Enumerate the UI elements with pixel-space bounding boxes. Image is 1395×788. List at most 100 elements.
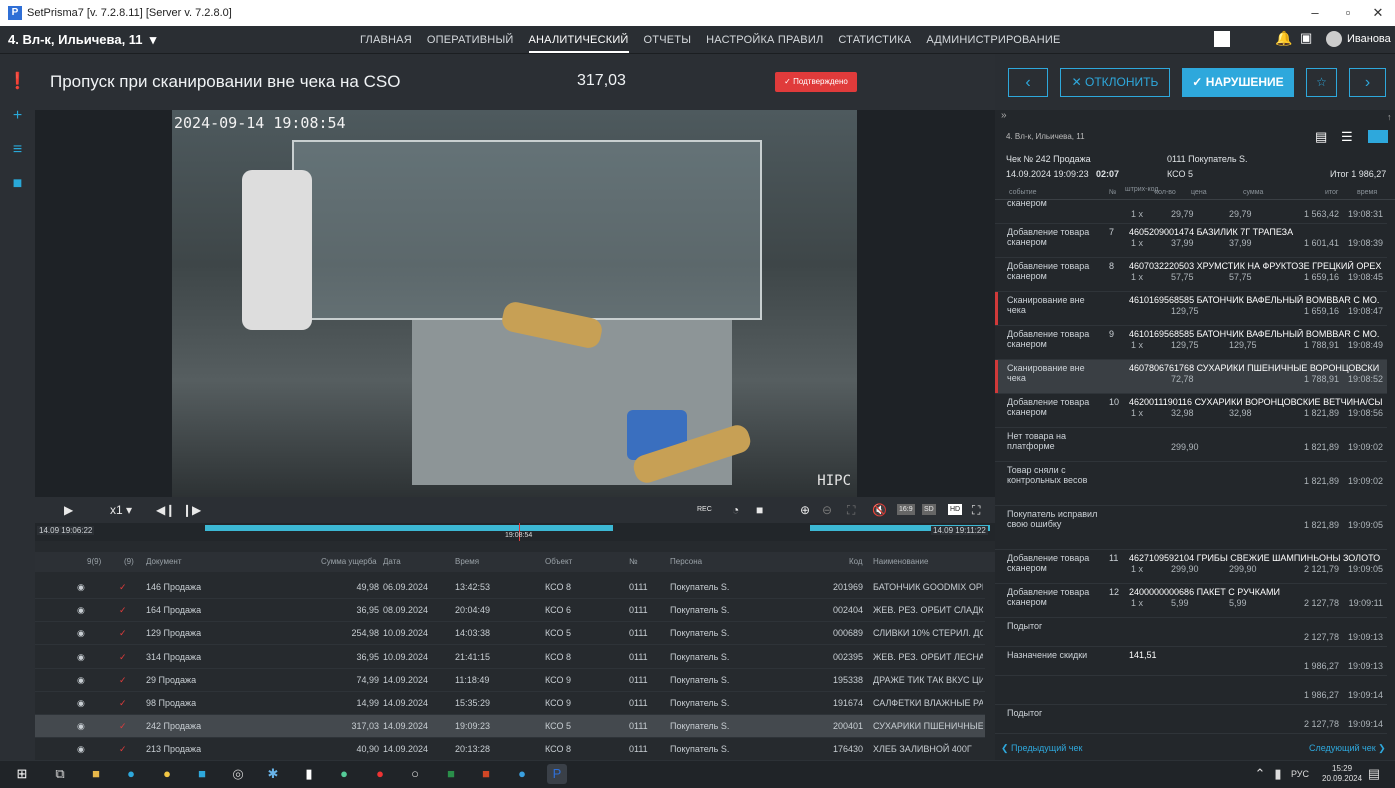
globe-icon[interactable]: ● xyxy=(334,764,354,784)
receipt-event[interactable]: Нет товара на платформе 299,90 1 821,89 19:… xyxy=(995,428,1387,462)
edge-icon[interactable]: ● xyxy=(121,764,141,784)
collapse-icon[interactable]: » xyxy=(1001,110,1007,121)
task-view-icon[interactable]: ⧉ xyxy=(50,764,70,784)
table-row[interactable]: ◉ ✓ 314 Продажа 36,95 10.09.2024 21:41:15 КСО … xyxy=(35,646,985,669)
table-row[interactable]: ◉ ✓ 242 Продажа 317,03 14.09.2024 19:09:23 КСО… xyxy=(35,715,985,739)
nav-statistics[interactable]: СТАТИСТИКА xyxy=(838,34,911,46)
receipt-event[interactable]: Добавление товара сканером 9 4610169568585… xyxy=(995,326,1387,360)
col-header[interactable]: Время xyxy=(455,552,479,572)
table-row[interactable]: ◉ ✓ 29 Продажа 74,99 14.09.2024 11:18:49 КСО 9… xyxy=(35,669,985,692)
sd-badge[interactable]: SD xyxy=(922,504,936,515)
col-header[interactable]: Сумма ущерба xyxy=(321,552,377,572)
nav-home[interactable]: ГЛАВНАЯ xyxy=(360,34,412,46)
fullscreen-icon[interactable]: ⛶ xyxy=(972,497,980,523)
camera-icon[interactable]: ■ xyxy=(0,170,35,198)
eye-icon[interactable]: ◉ xyxy=(77,576,85,599)
table-row[interactable]: ◉ ✓ 129 Продажа 254,98 10.09.2024 14:03:38 КСО… xyxy=(35,622,985,646)
list-icon[interactable]: ☰ xyxy=(1341,129,1353,145)
app-icon[interactable]: ✱ xyxy=(263,764,283,784)
col-header[interactable]: Объект xyxy=(545,552,572,572)
video-player[interactable]: 2024-09-14 19:08:54 HIPC xyxy=(35,110,995,497)
close-button[interactable]: ✕ xyxy=(1363,0,1393,26)
nav-analytic[interactable]: АНАЛИТИЧЕСКИЙ xyxy=(528,34,629,53)
speed-selector[interactable]: x1 ▾ xyxy=(110,497,132,523)
window-icon[interactable]: ▣ xyxy=(1300,30,1312,46)
notification-icon[interactable]: ▤ xyxy=(1364,764,1384,784)
col-header[interactable]: Документ xyxy=(146,552,182,572)
scroll-up-icon[interactable]: ↑ xyxy=(1387,112,1392,122)
setprisma-icon[interactable]: P xyxy=(547,764,567,784)
receipt-event[interactable]: Сканирование вне чека 4610169568585 БАТОН… xyxy=(995,292,1387,326)
next-check-link[interactable]: Следующий чек ❯ xyxy=(1309,743,1386,754)
telegram-icon[interactable]: ● xyxy=(512,764,532,784)
receipt-event[interactable]: Покупатель исправил свою ошибку 1 821,89 1… xyxy=(995,506,1387,550)
hd-badge[interactable]: HD xyxy=(948,504,963,515)
location-selector[interactable]: 4. Вл-к, Ильичева, 11 ▾ xyxy=(8,32,360,48)
receipt-event[interactable]: Добавление товара сканером 7 4605209001474… xyxy=(995,224,1387,258)
col-header[interactable]: (9) xyxy=(124,552,134,572)
nav-operative[interactable]: ОПЕРАТИВНЫЙ xyxy=(427,34,514,46)
restore-button[interactable]: ▫ xyxy=(1333,0,1363,26)
layout-icon[interactable] xyxy=(1214,31,1230,47)
mute-icon[interactable]: 🔇 xyxy=(872,497,887,523)
receipt-event[interactable]: Товар сняли с контрольных весов 1 821,89 1… xyxy=(995,462,1387,506)
explorer-icon[interactable]: ■ xyxy=(86,764,106,784)
nav-rules[interactable]: НАСТРОЙКА ПРАВИЛ xyxy=(706,34,823,46)
receipt-event[interactable]: Назначение скидки 141,51 1 986,27 19:09:13 xyxy=(995,647,1387,676)
col-header[interactable]: 9(9) xyxy=(87,552,101,572)
receipt-event[interactable]: Подытог 2 127,78 19:09:13 xyxy=(995,618,1387,647)
info-icon[interactable]: ❗ xyxy=(0,68,35,96)
clock[interactable]: 15:29 20.09.2024 xyxy=(1322,764,1362,784)
mic-icon[interactable]: ▮ xyxy=(1268,764,1288,784)
file-icon[interactable]: ▮ xyxy=(299,764,319,784)
play-icon[interactable]: ▶ xyxy=(64,497,73,523)
plus-icon[interactable]: + xyxy=(0,102,35,130)
aspect-badge[interactable]: 16:9 xyxy=(897,504,915,515)
powerpoint-icon[interactable]: ■ xyxy=(476,764,496,784)
eye-icon[interactable]: ◉ xyxy=(77,715,85,738)
start-icon[interactable]: ⊞ xyxy=(12,764,32,784)
prev-check-link[interactable]: ❮ Предыдущий чек xyxy=(1001,743,1082,754)
tray-chevron-icon[interactable]: ⌃ xyxy=(1250,764,1270,784)
col-header[interactable]: Дата xyxy=(383,552,401,572)
zoom-out-icon[interactable]: ⊖ xyxy=(822,497,832,523)
reject-button[interactable]: ✕ ОТКЛОНИТЬ xyxy=(1060,68,1170,97)
eye-icon[interactable]: ◉ xyxy=(77,646,85,669)
table-row[interactable]: ◉ ✓ 146 Продажа 49,98 06.09.2024 13:42:53 КСО … xyxy=(35,576,985,599)
bell-icon[interactable]: 🔔 xyxy=(1275,30,1292,47)
table-row[interactable]: ◉ ✓ 98 Продажа 14,99 14.09.2024 15:35:29 КСО 9… xyxy=(35,692,985,715)
sync-icon[interactable]: ◔ xyxy=(732,497,739,523)
eye-icon[interactable]: ◉ xyxy=(77,599,85,622)
yandex-icon[interactable]: ● xyxy=(157,764,177,784)
barcode-icon[interactable] xyxy=(1368,130,1388,143)
step-back-icon[interactable]: ◀❙ xyxy=(156,497,175,523)
video-cam-icon[interactable]: ■ xyxy=(756,497,763,523)
eye-icon[interactable]: ◉ xyxy=(77,692,85,715)
nav-admin[interactable]: АДМИНИСТРИРОВАНИЕ xyxy=(926,34,1060,46)
cortana-icon[interactable]: ○ xyxy=(405,764,425,784)
eye-icon[interactable]: ◉ xyxy=(77,738,85,761)
store-icon[interactable]: ■ xyxy=(192,764,212,784)
col-header[interactable]: № xyxy=(629,552,638,572)
yandex-browser-icon[interactable]: ● xyxy=(370,764,390,784)
chrome-icon[interactable]: ◎ xyxy=(228,764,248,784)
prev-event-button[interactable]: ‹ xyxy=(1008,68,1048,97)
eye-icon[interactable]: ◉ xyxy=(77,622,85,645)
table-row[interactable]: ◉ ✓ 213 Продажа 40,90 14.09.2024 20:13:28 КСО … xyxy=(35,738,985,762)
zoom-in-icon[interactable]: ⊕ xyxy=(800,497,810,523)
avatar[interactable] xyxy=(1326,31,1342,47)
receipt-event[interactable]: Добавление товара сканером 10 462001119011… xyxy=(995,394,1387,428)
violation-button[interactable]: ✓ НАРУШЕНИЕ xyxy=(1182,68,1294,97)
star-icon[interactable]: ☆ xyxy=(1306,68,1337,97)
col-header[interactable]: Наименование xyxy=(873,552,928,572)
next-event-button[interactable]: › xyxy=(1349,68,1386,97)
nav-reports[interactable]: ОТЧЕТЫ xyxy=(644,34,692,46)
document-icon[interactable]: ▤ xyxy=(1315,129,1327,145)
col-header[interactable]: Код xyxy=(849,552,863,572)
receipt-event[interactable]: Добавление товара сканером 12 240000000068… xyxy=(995,584,1387,618)
receipt-event[interactable]: Сканирование вне чека 4607806761768 СУХАР… xyxy=(995,360,1387,394)
receipt-event[interactable]: 1 986,27 19:09:14 xyxy=(995,676,1387,705)
eye-icon[interactable]: ◉ xyxy=(77,669,85,692)
receipt-event[interactable]: Добавление товара сканером 11 462710959210… xyxy=(995,550,1387,584)
col-header[interactable]: Персона xyxy=(670,552,702,572)
